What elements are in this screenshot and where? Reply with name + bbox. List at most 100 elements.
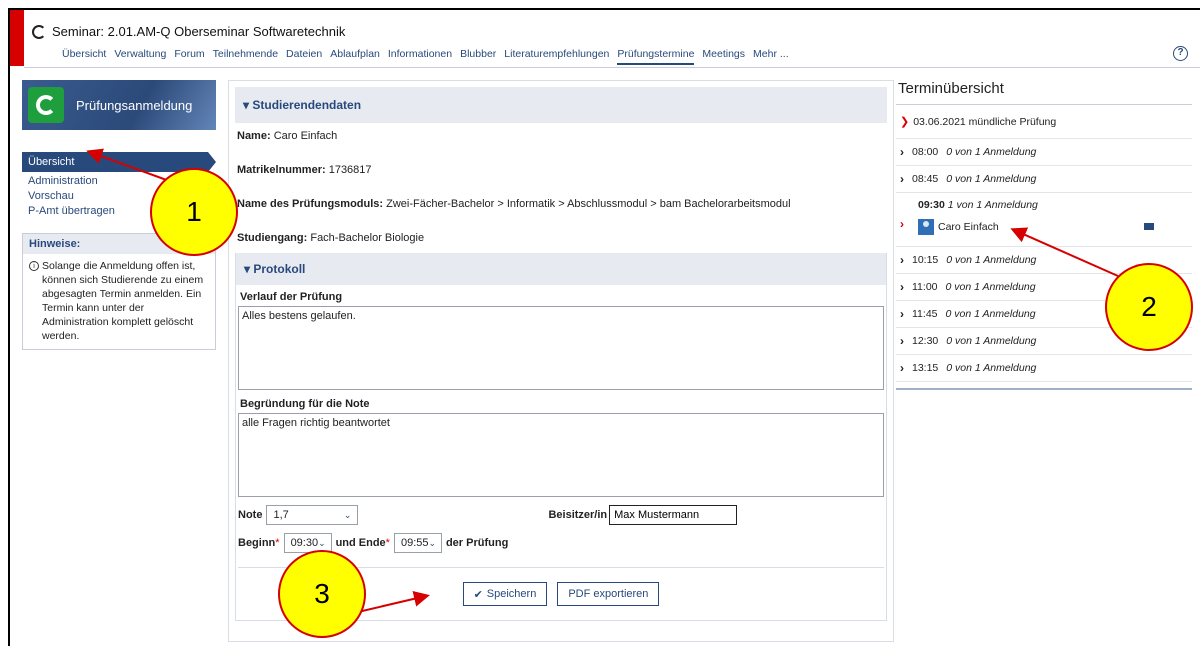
date-text: 03.06.2021 mündliche Prüfung: [913, 115, 1057, 128]
tab-ablaufplan[interactable]: Ablaufplan: [330, 48, 380, 65]
callout-3: 3: [278, 550, 366, 638]
slot-time: 09:30: [918, 199, 945, 211]
sidebar-title: Prüfungsanmeldung: [76, 97, 193, 113]
student-name-row: Name: Caro Einfach: [235, 129, 887, 163]
mail-icon[interactable]: [1144, 223, 1154, 230]
slot-row-open[interactable]: 09:30 1 von 1 Anmeldung › Caro Einfach: [896, 193, 1192, 247]
required-marker: *: [275, 537, 280, 549]
verlauf-textarea[interactable]: Alles bestens gelaufen.: [238, 306, 884, 390]
help-icon[interactable]: ?: [1173, 46, 1188, 61]
required-marker: *: [385, 537, 390, 549]
sidebar-header: Prüfungsanmeldung: [22, 80, 216, 130]
tab-verwaltung[interactable]: Verwaltung: [114, 48, 166, 65]
booked-person[interactable]: Caro Einfach: [918, 219, 999, 235]
check-icon: ✔: [473, 588, 483, 601]
beginn-label: Beginn: [238, 537, 276, 549]
protocol-section-header[interactable]: ▾ Protokoll: [236, 253, 886, 285]
slot-info: 0 von 1 Anmeldung: [946, 173, 1037, 185]
course-header: Seminar: 2.01.AM-Q Oberseminar Softwaret…: [24, 10, 1200, 68]
chevron-down-icon: ⌄: [318, 537, 326, 548]
slot-time: 11:45: [912, 308, 938, 320]
avatar: [918, 219, 934, 235]
tab-blubber[interactable]: Blubber: [460, 48, 496, 65]
tab-dateien[interactable]: Dateien: [286, 48, 322, 65]
app-window: Seminar: 2.01.AM-Q Oberseminar Softwaret…: [8, 8, 1200, 646]
chevron-right-icon: ›: [900, 217, 904, 231]
time-row: Beginn * 09:30 ⌄ und Ende * 09:55 ⌄ der Prüf…: [238, 533, 884, 553]
note-select[interactable]: 1,7 ⌄: [266, 505, 359, 525]
tab-teilnehmende[interactable]: Teilnehmende: [213, 48, 278, 65]
chevron-right-icon: ›: [900, 361, 904, 375]
student-module: Zwei-Fächer-Bachelor > Informatik > Absc…: [386, 198, 791, 210]
chevron-right-icon: ›: [900, 307, 904, 321]
slot-info: 0 von 1 Anmeldung: [946, 254, 1037, 266]
studip-logo-icon: [28, 87, 64, 123]
student-section: ▾ Studierendendaten Name: Caro Einfach M…: [235, 87, 887, 249]
note-row: Note 1,7 ⌄ Beisitzer/in: [238, 505, 884, 525]
ende-select[interactable]: 09:55 ⌄: [393, 533, 442, 553]
program-label: Studiengang:: [237, 232, 308, 244]
note-value: 1,7: [273, 509, 289, 521]
slot-time: 11:00: [912, 281, 938, 293]
tab-meetings[interactable]: Meetings: [702, 48, 745, 65]
slot-row[interactable]: › 08:00 0 von 1 Anmeldung: [896, 139, 1192, 166]
chevron-right-icon: ›: [900, 334, 904, 348]
beisitzer-input[interactable]: [609, 505, 738, 525]
date-row[interactable]: ❯ 03.06.2021 mündliche Prüfung: [896, 105, 1192, 139]
tab-informationen[interactable]: Informationen: [388, 48, 452, 65]
ende-label: und Ende: [335, 537, 386, 549]
student-program: Fach-Bachelor Biologie: [310, 232, 425, 244]
tab-uebersicht[interactable]: Übersicht: [62, 48, 106, 65]
divider: [896, 388, 1192, 390]
student-matrikel: 1736817: [328, 164, 372, 176]
slot-time: 08:00: [912, 146, 939, 158]
student-section-header[interactable]: ▾ Studierendendaten: [235, 87, 887, 123]
chevron-right-icon: ›: [900, 253, 904, 267]
chevron-down-icon: ⌄: [343, 509, 352, 520]
chevron-down-icon: ❯: [900, 116, 910, 128]
slot-info: 1 von 1 Anmeldung: [947, 199, 1038, 211]
hints-body: i Solange die Anmeldung offen ist, könne…: [23, 254, 215, 349]
chevron-right-icon: ›: [900, 145, 904, 159]
slot-row[interactable]: › 08:45 0 von 1 Anmeldung: [896, 166, 1192, 193]
slot-time: 13:15: [912, 362, 939, 374]
callout-1: 1: [150, 168, 238, 256]
matrikel-label: Matrikelnummer:: [237, 164, 326, 176]
save-label: Speichern: [486, 588, 537, 600]
note-label: Note: [238, 509, 263, 521]
tab-pruefungstermine[interactable]: Prüfungstermine: [617, 48, 695, 65]
slot-time: 08:45: [912, 173, 939, 185]
beisitzer-label: Beisitzer/in: [548, 509, 608, 521]
protocol-section-title: Protokoll: [253, 262, 306, 276]
info-icon: i: [29, 261, 39, 271]
pdf-export-button[interactable]: PDF exportieren: [557, 582, 660, 606]
module-label: Name des Prüfungsmoduls:: [237, 198, 384, 210]
student-module-row: Name des Prüfungsmoduls: Zwei-Fächer-Bac…: [235, 197, 887, 231]
booked-person-name: Caro Einfach: [938, 221, 999, 233]
beginn-value: 09:30: [290, 537, 319, 549]
overview-title: Terminübersicht: [898, 80, 1004, 97]
slot-info: 0 von 1 Anmeldung: [946, 335, 1037, 347]
tab-mehr[interactable]: Mehr ...: [753, 48, 789, 65]
slot-row[interactable]: › 13:15 0 von 1 Anmeldung: [896, 355, 1192, 382]
ende-value: 09:55: [400, 537, 429, 549]
begruendung-textarea[interactable]: alle Fragen richtig beantwortet: [238, 413, 884, 497]
course-title: Seminar: 2.01.AM-Q Oberseminar Softwaret…: [32, 24, 345, 39]
time-suffix: der Prüfung: [445, 537, 509, 549]
student-section-title: Studierendendaten: [252, 98, 362, 112]
slot-time: 10:15: [912, 254, 939, 266]
name-label: Name:: [237, 130, 271, 142]
verlauf-label: Verlauf der Prüfung: [240, 291, 343, 303]
slot-time: 12:30: [912, 335, 939, 347]
course-title-text: Seminar: 2.01.AM-Q Oberseminar Softwaret…: [52, 24, 346, 39]
slot-info: 0 von 1 Anmeldung: [945, 308, 1036, 320]
save-button[interactable]: ✔ Speichern: [462, 582, 548, 606]
slot-info: 0 von 1 Anmeldung: [946, 146, 1037, 158]
slot-info: 0 von 1 Anmeldung: [946, 362, 1037, 374]
student-program-row: Studiengang: Fach-Bachelor Biologie: [235, 231, 887, 249]
tab-forum[interactable]: Forum: [174, 48, 204, 65]
chevron-down-icon: ▾: [243, 98, 250, 112]
chevron-down-icon: ▾: [244, 262, 251, 276]
chevron-right-icon: ›: [900, 280, 904, 294]
tab-literaturempfehlungen[interactable]: Literaturempfehlungen: [504, 48, 609, 65]
